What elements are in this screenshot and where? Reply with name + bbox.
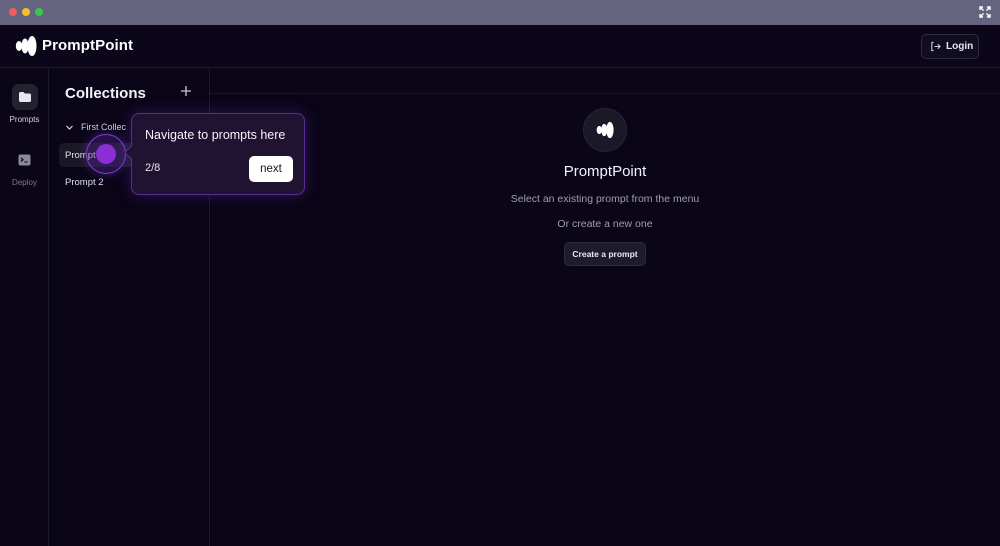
folder-icon <box>18 92 31 102</box>
zoom-window-button[interactable] <box>35 8 43 16</box>
collections-title: Collections <box>65 85 146 102</box>
rail-item-deploy[interactable]: Deploy <box>0 147 49 187</box>
tour-step-counter: 2/8 <box>145 162 161 174</box>
collection-folder-label: First Collec <box>81 122 127 132</box>
chevron-down-icon <box>66 125 73 130</box>
collection-folder[interactable]: First Collec <box>65 122 126 132</box>
window-titlebar <box>0 0 1000 25</box>
rail-icon-box <box>11 84 38 110</box>
rail-icon-box <box>12 147 38 173</box>
nav-rail: Prompts Deploy <box>0 68 49 546</box>
rail-label-prompts: Prompts <box>9 115 40 124</box>
app-header: PromptPoint Login <box>0 25 1000 68</box>
app-window: PromptPoint Login Prompts Deploy Collect… <box>0 0 1000 546</box>
tour-beacon[interactable] <box>96 144 116 164</box>
empty-state-logo <box>583 108 627 152</box>
empty-state-or-text: Or create a new one <box>557 218 653 230</box>
brand-name: PromptPoint <box>42 37 134 54</box>
plus-icon <box>181 86 191 96</box>
promptpoint-logo-icon[interactable] <box>14 35 38 57</box>
tour-next-button[interactable]: next <box>249 156 293 182</box>
terminal-icon <box>18 154 31 166</box>
main-divider <box>210 93 1000 94</box>
rail-label-deploy: Deploy <box>12 178 37 187</box>
rail-item-prompts[interactable]: Prompts <box>0 84 49 124</box>
create-prompt-button[interactable]: Create a prompt <box>564 242 646 266</box>
prompt-item-label: Prompt 2 <box>65 176 104 188</box>
tour-message: Navigate to prompts here <box>145 128 286 142</box>
login-label: Login <box>946 41 974 52</box>
empty-state-title: PromptPoint <box>563 163 647 180</box>
promptpoint-logo-icon <box>596 121 614 139</box>
minimize-window-button[interactable] <box>22 8 30 16</box>
close-window-button[interactable] <box>9 8 17 16</box>
login-icon <box>931 41 941 52</box>
add-collection-button[interactable] <box>179 85 193 99</box>
empty-state: PromptPoint Select an existing prompt fr… <box>420 108 790 266</box>
tour-tooltip: Navigate to prompts here 2/8 next <box>131 113 305 195</box>
expand-icon[interactable] <box>979 6 991 18</box>
empty-state-subtitle: Select an existing prompt from the menu <box>510 193 700 205</box>
login-button[interactable]: Login <box>921 34 979 59</box>
